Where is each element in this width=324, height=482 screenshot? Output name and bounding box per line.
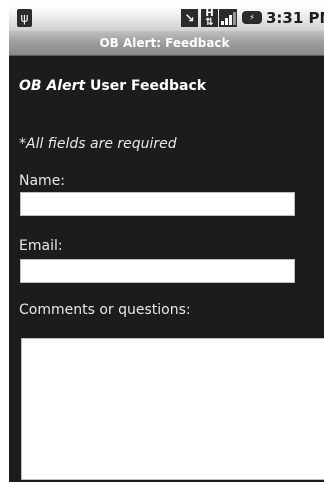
usb-icon: ψ xyxy=(17,9,32,27)
nfc-icon: ↘ xyxy=(181,9,198,27)
heading-text: User Feedback xyxy=(85,78,207,94)
email-field[interactable] xyxy=(20,259,295,283)
phone-screen: ψ ↘ H⇅ ⚡ 3:31 PM OB Alert: Feedback OB A… xyxy=(0,0,324,482)
comments-label: Comments or questions: xyxy=(19,302,191,318)
page-title: OB Alert: Feedback xyxy=(99,36,230,50)
heading-app-name: OB Alert xyxy=(19,78,86,94)
form-heading: OB Alert User Feedback xyxy=(19,78,206,95)
feedback-form: OB Alert User Feedback *All fields are r… xyxy=(9,56,324,482)
data-icon-label: H xyxy=(205,8,214,19)
title-bar: OB Alert: Feedback xyxy=(9,31,324,56)
comments-field[interactable] xyxy=(21,338,324,480)
name-field[interactable] xyxy=(20,192,295,216)
required-note: *All fields are required xyxy=(19,136,177,152)
name-label: Name: xyxy=(19,173,66,189)
data-icon: H ⇅ xyxy=(201,8,218,28)
status-bar: ψ ↘ H⇅ ⚡ 3:31 PM xyxy=(9,6,324,31)
status-clock: 3:31 PM xyxy=(266,9,324,27)
signal-icon xyxy=(219,9,237,27)
battery-icon: ⚡ xyxy=(242,11,262,24)
email-label: Email: xyxy=(19,238,63,254)
